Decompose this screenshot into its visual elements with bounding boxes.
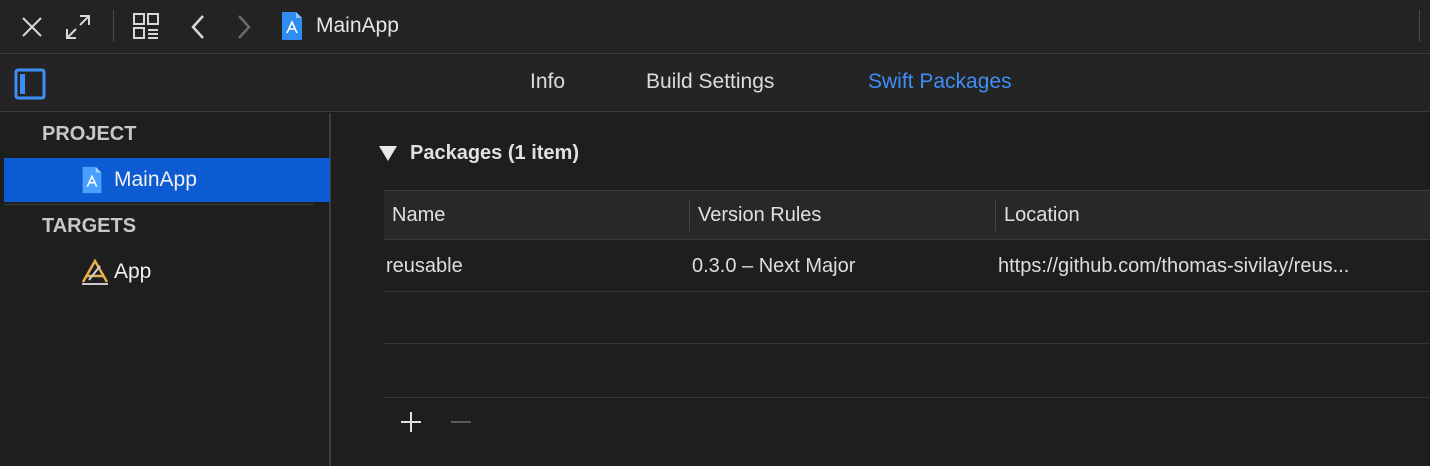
xcode-project-icon: [282, 12, 302, 40]
add-package-button[interactable]: [398, 409, 424, 435]
sidebar-item-mainapp[interactable]: MainApp: [4, 158, 330, 202]
xcode-project-icon: [82, 166, 102, 194]
package-version-cell: 0.3.0 – Next Major: [692, 255, 856, 277]
package-location-cell: https://github.com/thomas-sivilay/reus..…: [998, 255, 1350, 277]
packages-table: Name Version Rules Location reusable 0.3…: [384, 190, 1430, 398]
table-header: Name Version Rules Location: [384, 190, 1430, 240]
app-target-icon: [81, 258, 109, 285]
table-bottom-divider: [384, 397, 1430, 398]
editor-tab-bar: Info Build Settings Swift Packages: [0, 55, 1430, 112]
swift-packages-pane: Packages (1 item) Name Version Rules Loc…: [333, 113, 1430, 466]
sidebar-divider: [4, 204, 314, 205]
close-icon[interactable]: [20, 15, 44, 39]
tab-info[interactable]: Info: [530, 67, 565, 97]
back-icon[interactable]: [188, 13, 208, 41]
sidebar-item-app[interactable]: App: [4, 250, 330, 294]
toolbar-separator: [1419, 10, 1420, 42]
tab-swift-packages[interactable]: Swift Packages: [868, 67, 1012, 97]
column-header-location[interactable]: Location: [996, 191, 1080, 239]
sidebar-item-label: MainApp: [114, 168, 197, 191]
toolbar-separator: [113, 10, 114, 42]
table-row-empty: [384, 292, 1430, 344]
tab-build-settings[interactable]: Build Settings: [646, 67, 774, 97]
package-name-cell: reusable: [386, 255, 463, 277]
disclosure-triangle-icon[interactable]: [378, 143, 398, 163]
related-items-icon[interactable]: [132, 12, 160, 40]
column-header-name[interactable]: Name: [384, 191, 445, 239]
jump-bar: MainApp: [0, 0, 1430, 54]
project-navigator: PROJECT MainApp TARGETS App: [0, 113, 331, 466]
project-section-header: PROJECT: [42, 123, 137, 145]
sidebar-toggle-icon[interactable]: [14, 68, 46, 100]
forward-icon[interactable]: [234, 13, 254, 41]
packages-section-title: Packages (1 item): [410, 142, 579, 164]
sidebar-item-label: App: [114, 260, 152, 283]
targets-section-header: TARGETS: [42, 215, 137, 237]
expand-icon[interactable]: [63, 12, 93, 42]
table-row[interactable]: reusable 0.3.0 – Next Major https://gith…: [384, 240, 1430, 292]
breadcrumb-title[interactable]: MainApp: [316, 12, 399, 40]
column-header-version-rules[interactable]: Version Rules: [690, 191, 821, 239]
remove-package-button[interactable]: [448, 409, 474, 435]
